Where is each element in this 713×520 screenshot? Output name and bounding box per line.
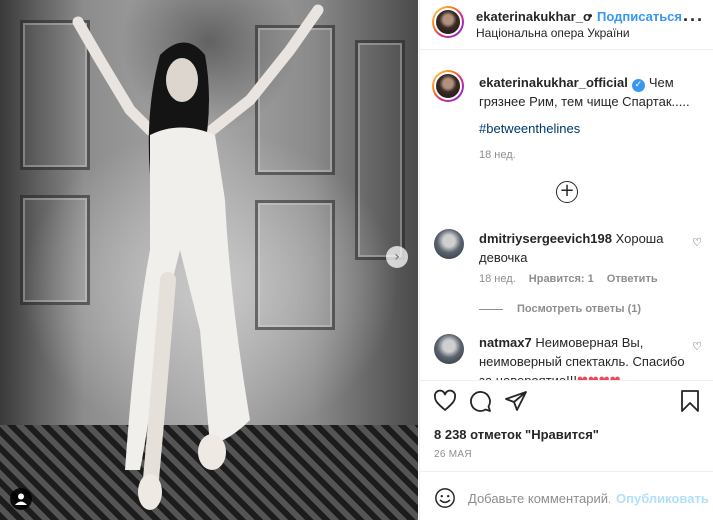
follow-button[interactable]: Подписаться bbox=[597, 9, 682, 24]
caption-avatar[interactable] bbox=[432, 70, 464, 102]
paper-plane-icon[interactable] bbox=[504, 389, 528, 413]
bookmark-icon[interactable] bbox=[678, 389, 702, 413]
view-replies-button[interactable]: Посмотреть ответы (1) bbox=[479, 303, 641, 315]
replies-divider bbox=[479, 308, 503, 310]
dancer-figure bbox=[72, 4, 324, 510]
comment-meta: 18 нед. Нравится: 1 Ответить bbox=[479, 273, 668, 285]
comment-like-icon[interactable]: ♡ bbox=[692, 236, 702, 249]
verified-badge-icon: ✓ bbox=[631, 79, 645, 92]
comment-like-icon[interactable]: ♡ bbox=[692, 340, 702, 353]
comment-username[interactable]: natmax7 bbox=[479, 335, 532, 350]
author-avatar[interactable] bbox=[432, 6, 464, 38]
caption-time[interactable]: 18 нед. bbox=[479, 149, 516, 161]
tagged-user-icon[interactable] bbox=[10, 488, 32, 510]
publish-button[interactable]: Опубликовать bbox=[616, 491, 709, 506]
comment-username[interactable]: dmitriysergeevich198 bbox=[479, 231, 612, 246]
comment-text-block: natmax7 Неимоверная Вы, неимоверный спек… bbox=[479, 333, 689, 380]
author-username[interactable]: ekaterinakukhar_o bbox=[476, 9, 591, 24]
add-comment-form: Опубликовать bbox=[420, 471, 713, 520]
comment-input[interactable] bbox=[468, 488, 610, 508]
comment-icon[interactable] bbox=[468, 389, 492, 413]
view-replies-label: Посмотреть ответы (1) bbox=[517, 303, 642, 315]
comment-time[interactable]: 18 нед. bbox=[479, 273, 516, 285]
location-link[interactable]: Національна опера України bbox=[476, 26, 630, 40]
comment-likes-count[interactable]: Нравится: 1 bbox=[529, 273, 594, 285]
comment-heart-emojis: ❤❤❤❤ bbox=[577, 373, 621, 380]
caption-username[interactable]: ekaterinakukhar_official bbox=[479, 75, 628, 90]
post-header: ekaterinakukhar_o • Подписаться Націонал… bbox=[420, 0, 713, 50]
comment-reply-button[interactable]: Ответить bbox=[607, 273, 658, 285]
comment-text-block: dmitriysergeevich198 Хороша девочка bbox=[479, 229, 689, 267]
comments-list[interactable]: ekaterinakukhar_official ✓ Чем грязнее Рим… bbox=[420, 50, 713, 380]
post-sidebar: ekaterinakukhar_o • Подписаться Націонал… bbox=[419, 0, 713, 520]
hashtag-link[interactable]: #betweenthelines bbox=[479, 121, 580, 136]
commenter-avatar[interactable] bbox=[434, 229, 464, 259]
commenter-avatar[interactable] bbox=[434, 334, 464, 364]
caption-text-block: ekaterinakukhar_official ✓ Чем грязнее Рим… bbox=[479, 73, 701, 111]
post-actions-bar bbox=[420, 380, 713, 420]
more-options-icon[interactable]: ··· bbox=[683, 10, 704, 31]
smiley-icon[interactable] bbox=[434, 487, 456, 509]
load-more-comments-icon[interactable]: + bbox=[556, 181, 578, 203]
heart-icon[interactable] bbox=[433, 389, 457, 413]
likes-count[interactable]: 8 238 отметок "Нравится" bbox=[434, 427, 599, 442]
separator-dot: • bbox=[588, 8, 593, 23]
post-date[interactable]: 26 МАЯ bbox=[434, 449, 472, 460]
next-slide-button[interactable]: › bbox=[386, 246, 408, 268]
post-photo[interactable]: › bbox=[0, 0, 418, 520]
